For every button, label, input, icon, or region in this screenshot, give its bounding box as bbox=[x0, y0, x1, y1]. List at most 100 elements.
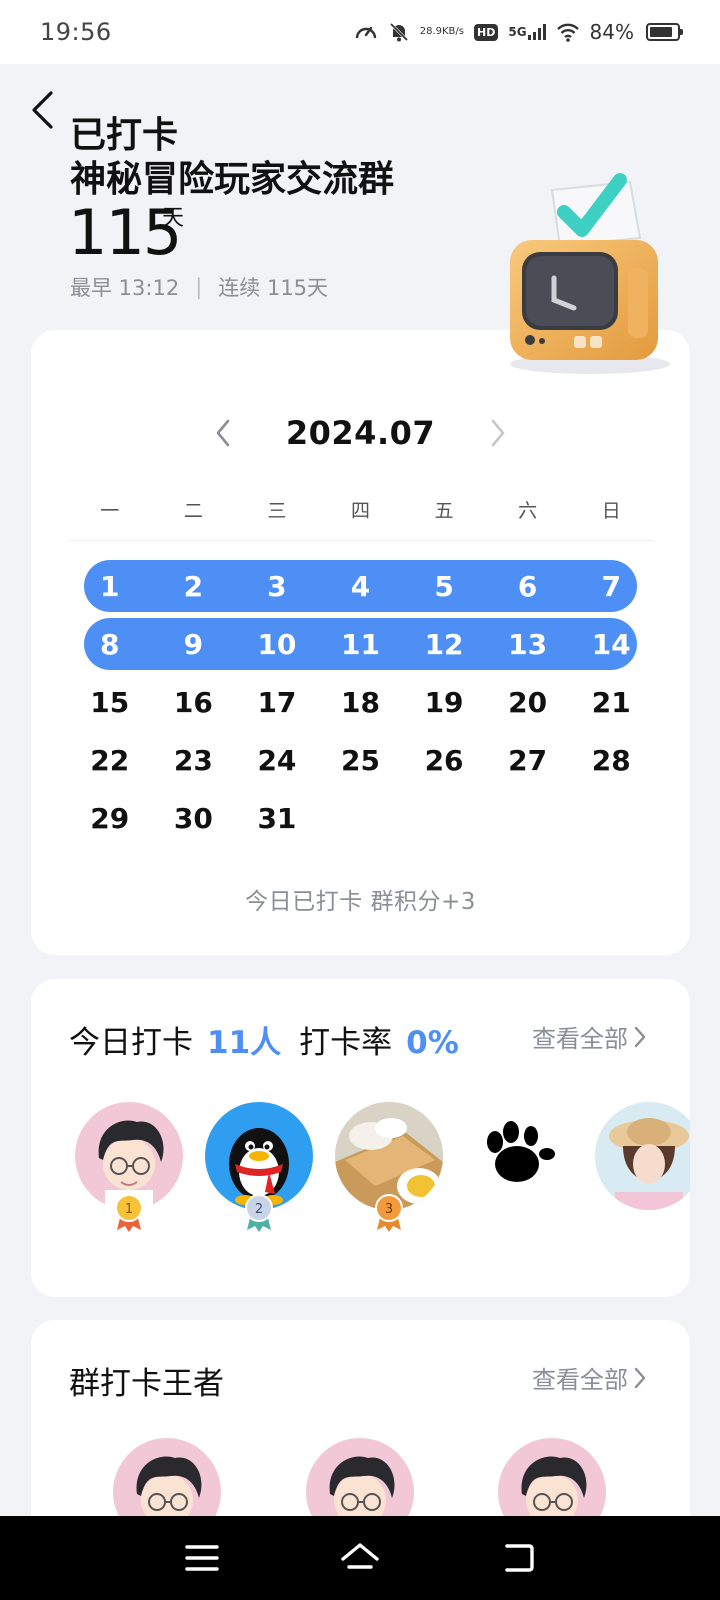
weekday-label: 五 bbox=[434, 500, 454, 522]
stats-separator: | bbox=[195, 275, 203, 299]
avatar bbox=[465, 1102, 573, 1210]
silver-medal-icon: 2 bbox=[243, 1192, 275, 1232]
calendar-week-row: 1 2 3 4 5 6 7 bbox=[68, 560, 653, 612]
prev-month-button[interactable] bbox=[208, 415, 238, 451]
weekday-label: 六 bbox=[518, 500, 538, 522]
current-month: 2024.07 bbox=[285, 414, 436, 452]
today-checkin-avatars: 1 2 3 bbox=[75, 1102, 690, 1242]
checkin-member-2[interactable]: 2 bbox=[205, 1102, 313, 1232]
weekday-label: 日 bbox=[601, 500, 621, 522]
hd-badge: HD bbox=[474, 23, 499, 41]
calendar-day-checked[interactable]: 10 bbox=[235, 628, 319, 661]
checkin-stats: 最早 13:12 | 连续 115天 bbox=[70, 272, 328, 302]
calendar-day-checked[interactable]: 3 bbox=[235, 570, 319, 603]
king-view-all-button[interactable]: 查看全部 bbox=[532, 1360, 646, 1395]
calendar-day[interactable]: 16 bbox=[152, 686, 236, 719]
battery-percent: 84% bbox=[589, 20, 634, 44]
today-checkin-card: 今日打卡 11人 打卡率 0% 查看全部 1 2 3 bbox=[31, 979, 690, 1297]
calendar-day[interactable]: 30 bbox=[152, 802, 236, 835]
calendar-day[interactable]: 21 bbox=[569, 686, 653, 719]
calendar-day[interactable]: 18 bbox=[319, 686, 403, 719]
checkin-member-1[interactable]: 1 bbox=[75, 1102, 183, 1232]
calendar-day-checked[interactable]: 11 bbox=[319, 628, 403, 661]
today-checkin-summary: 今日打卡 11人 打卡率 0% bbox=[69, 1017, 459, 1062]
system-navigation-bar bbox=[0, 1516, 720, 1600]
checkin-king-title: 群打卡王者 bbox=[69, 1366, 224, 1402]
battery-level bbox=[650, 27, 672, 37]
speedometer-icon bbox=[354, 21, 378, 43]
streak-days: 连续 115天 bbox=[218, 276, 329, 300]
calendar-week-row: 8 9 10 11 12 13 14 bbox=[68, 618, 653, 670]
checkin-member-4[interactable] bbox=[465, 1102, 573, 1232]
calendar-day[interactable]: 26 bbox=[402, 744, 486, 777]
calendar-day-checked[interactable]: 12 bbox=[402, 628, 486, 661]
weekday-label: 一 bbox=[100, 500, 120, 522]
calendar-day[interactable]: 17 bbox=[235, 686, 319, 719]
today-view-all-button[interactable]: 查看全部 bbox=[532, 1019, 646, 1054]
calendar-day[interactable]: 22 bbox=[68, 744, 152, 777]
calendar-week-row: 22 23 24 25 26 27 28 bbox=[68, 734, 653, 786]
today-checkin-count: 11人 bbox=[207, 1025, 282, 1061]
days-unit: 天 bbox=[162, 206, 185, 231]
bronze-medal-icon: 3 bbox=[373, 1192, 405, 1232]
calendar-day-checked[interactable]: 5 bbox=[402, 570, 486, 603]
calendar-day-checked[interactable]: 6 bbox=[486, 570, 570, 603]
calendar-day[interactable]: 31 bbox=[235, 802, 319, 835]
checkin-member-3[interactable]: 3 bbox=[335, 1102, 443, 1232]
month-navigation: 2024.07 bbox=[31, 414, 690, 452]
weekday-header: 一 二 三 四 五 六 日 bbox=[68, 496, 653, 523]
chevron-right-icon bbox=[634, 1367, 646, 1388]
calendar-day[interactable]: 29 bbox=[68, 802, 152, 835]
calendar-day-checked[interactable]: 14 bbox=[569, 628, 653, 661]
home-icon bbox=[341, 1543, 379, 1569]
chevron-left-icon bbox=[216, 419, 230, 447]
cellular-signal-icon: 5G bbox=[508, 24, 546, 40]
calendar-day[interactable]: 24 bbox=[235, 744, 319, 777]
back-button[interactable] bbox=[22, 86, 62, 134]
view-all-label: 查看全部 bbox=[532, 1366, 628, 1394]
calendar-day-checked[interactable]: 9 bbox=[152, 628, 236, 661]
calendar-day[interactable]: 28 bbox=[569, 744, 653, 777]
today-checkin-note: 今日已打卡 群积分+3 bbox=[245, 889, 476, 915]
calendar-day-checked[interactable]: 2 bbox=[152, 570, 236, 603]
group-name: 神秘冒险玩家交流群 bbox=[70, 159, 395, 200]
menu-button[interactable] bbox=[182, 1538, 222, 1578]
return-icon bbox=[505, 1544, 534, 1572]
calendar-card: 2024.07 一 二 三 四 五 六 日 1 2 3 4 5 6 7 8 9 … bbox=[31, 330, 690, 955]
checkin-rate-label: 打卡率 bbox=[299, 1025, 393, 1061]
status-bar: 19:56 28.9 KB/s HD 5G 84% bbox=[0, 0, 720, 64]
checkin-rate-value: 0% bbox=[406, 1025, 459, 1061]
calendar-day[interactable]: 20 bbox=[486, 686, 570, 719]
weekday-label: 四 bbox=[350, 500, 370, 522]
calendar-day-checked[interactable]: 13 bbox=[486, 628, 570, 661]
calendar-week-row: 15 16 17 18 19 20 21 bbox=[68, 676, 653, 728]
calendar-divider bbox=[68, 540, 653, 541]
chevron-right-icon bbox=[634, 1026, 646, 1047]
checkin-member-5[interactable] bbox=[595, 1102, 690, 1232]
checkin-clock-illustration bbox=[490, 168, 680, 378]
home-button[interactable] bbox=[340, 1538, 380, 1578]
net-speed: 28.9 KB/s bbox=[419, 26, 464, 37]
next-month-button[interactable] bbox=[483, 415, 513, 451]
back-nav-button[interactable] bbox=[498, 1538, 538, 1578]
girl-photo-avatar-icon bbox=[595, 1102, 690, 1210]
rank-label: 1 bbox=[125, 1202, 133, 1217]
calendar-day[interactable]: 27 bbox=[486, 744, 570, 777]
weekday-label: 三 bbox=[267, 500, 287, 522]
calendar-day-checked[interactable]: 4 bbox=[319, 570, 403, 603]
calendar-day-checked[interactable]: 7 bbox=[569, 570, 653, 603]
calendar-day[interactable]: 19 bbox=[402, 686, 486, 719]
battery-icon bbox=[646, 23, 683, 41]
calendar-day[interactable]: 23 bbox=[152, 744, 236, 777]
chevron-left-icon bbox=[32, 91, 53, 129]
wifi-icon bbox=[556, 22, 580, 42]
calendar-week-row: 29 30 31 bbox=[68, 792, 653, 844]
calendar-day[interactable]: 15 bbox=[68, 686, 152, 719]
calendar-day[interactable]: 25 bbox=[319, 744, 403, 777]
today-checkin-label: 今日打卡 bbox=[69, 1025, 193, 1061]
rank-label: 2 bbox=[255, 1202, 263, 1217]
rank-label: 3 bbox=[385, 1202, 393, 1217]
calendar-day-checked[interactable]: 8 bbox=[68, 628, 152, 661]
weekday-label: 二 bbox=[183, 500, 203, 522]
calendar-day-checked[interactable]: 1 bbox=[68, 570, 152, 603]
